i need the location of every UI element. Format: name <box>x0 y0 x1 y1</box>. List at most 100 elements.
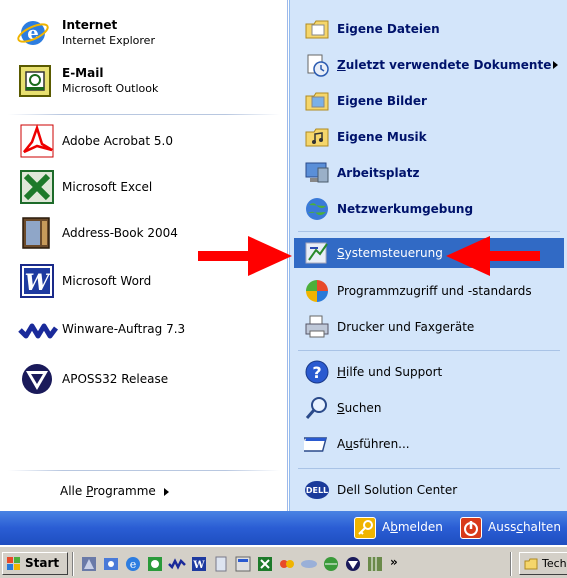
item-zuletzt-verwendete-dokumente[interactable]: Zuletzt verwendete Dokumente <box>290 50 567 80</box>
aposs32-icon <box>22 364 52 394</box>
folder-music-icon <box>305 128 329 147</box>
separator <box>298 350 560 351</box>
quicklaunch-overflow-icon[interactable]: » <box>390 555 398 569</box>
item-suchen[interactable]: Suchen <box>290 393 567 423</box>
separator <box>298 468 560 469</box>
shutdown-button[interactable]: Ausschalten <box>456 511 567 545</box>
folder-documents-icon <box>305 20 329 39</box>
quicklaunch-ie-icon[interactable]: e <box>124 555 142 573</box>
item-label: Eigene Musik <box>337 130 427 144</box>
svg-text:e: e <box>130 558 137 571</box>
item-eigene-bilder[interactable]: Eigene Bilder <box>290 86 567 116</box>
chevron-right-icon <box>553 61 558 69</box>
item-label: Eigene Dateien <box>337 22 440 36</box>
item-programmzugriff[interactable]: Programmzugriff und -standards <box>290 276 567 306</box>
quicklaunch-network-icon[interactable] <box>300 555 318 573</box>
item-label: Programmzugriff und -standards <box>337 284 532 298</box>
start-button[interactable]: Start <box>2 552 68 575</box>
item-label: Dell Solution Center <box>337 483 458 497</box>
my-computer-icon <box>305 162 329 183</box>
red-arrow-right-icon <box>198 236 292 276</box>
quicklaunch-excel-icon[interactable] <box>256 555 274 573</box>
pinned-item-internet[interactable]: e Internet Internet Explorer <box>0 12 288 56</box>
item-eigene-musik[interactable]: Eigene Musik <box>290 122 567 152</box>
item-label: Eigene Bilder <box>337 94 427 108</box>
recent-documents-icon <box>307 54 329 77</box>
quicklaunch-winware-icon[interactable] <box>168 555 186 573</box>
item-drucker[interactable]: Drucker und Faxgeräte <box>290 312 567 342</box>
folder-pictures-icon <box>305 92 329 111</box>
recent-item-label: Winware-Auftrag 7.3 <box>62 322 186 336</box>
recent-item-label: Microsoft Excel <box>62 180 153 194</box>
taskbar-window-button[interactable]: Techr <box>519 552 567 575</box>
internet-subtitle: Internet Explorer <box>62 34 155 47</box>
outlook-icon <box>19 65 51 97</box>
red-arrow-left-icon <box>446 236 540 276</box>
address-book-icon <box>22 217 50 249</box>
quicklaunch-desktop-icon[interactable] <box>102 555 120 573</box>
chevron-right-icon <box>164 488 169 496</box>
item-ausfuehren[interactable]: Ausführen... <box>290 429 567 459</box>
recent-item-acrobat[interactable]: Adobe Acrobat 5.0 <box>0 122 288 162</box>
internet-title: Internet <box>62 18 118 32</box>
quicklaunch-grid-icon[interactable] <box>366 555 384 573</box>
key-icon <box>354 517 376 539</box>
taskbar-window-label: Techr <box>542 557 567 570</box>
control-panel-icon <box>305 242 328 264</box>
quicklaunch-tools-icon[interactable] <box>278 555 296 573</box>
svg-text:W: W <box>25 270 52 296</box>
item-label: Hilfe und Support <box>337 365 443 379</box>
separator <box>72 552 74 576</box>
word-icon: W <box>20 264 54 298</box>
quicklaunch-calc-icon[interactable] <box>234 555 252 573</box>
quicklaunch-globe-icon[interactable] <box>322 555 340 573</box>
svg-text:?: ? <box>312 363 321 382</box>
winware-icon <box>18 323 58 339</box>
network-icon <box>306 198 328 220</box>
quicklaunch-app-icon[interactable] <box>80 555 98 573</box>
item-eigene-dateien[interactable]: Eigene Dateien <box>290 14 567 44</box>
all-programs-label: Alle Programme <box>60 484 156 498</box>
recent-item-label: APOSS32 Release <box>62 372 169 386</box>
item-label: Zuletzt verwendete Dokumente <box>337 58 552 72</box>
recent-item-label: Adobe Acrobat 5.0 <box>62 134 173 148</box>
run-icon <box>304 437 328 452</box>
email-subtitle: Microsoft Outlook <box>62 82 159 95</box>
svg-text:DELL: DELL <box>306 486 328 495</box>
windows-flag-icon <box>7 557 20 570</box>
logoff-label: Abmelden <box>382 520 443 534</box>
shutdown-label: Ausschalten <box>488 520 561 534</box>
item-hilfe-und-support[interactable]: ? Hilfe und Support <box>290 357 567 387</box>
pinned-item-email[interactable]: E-Mail Microsoft Outlook <box>0 60 288 104</box>
search-icon <box>305 397 327 419</box>
taskbar: Start e W » Techr <box>0 545 567 578</box>
item-label: Suchen <box>337 401 382 415</box>
recent-item-excel[interactable]: Microsoft Excel <box>0 168 288 208</box>
item-netzwerkumgebung[interactable]: Netzwerkumgebung <box>290 194 567 224</box>
item-label: Arbeitsplatz <box>337 166 420 180</box>
folder-icon <box>524 558 538 570</box>
separator <box>510 552 512 576</box>
logoff-button[interactable]: Abmelden <box>350 511 454 545</box>
excel-icon <box>20 170 54 204</box>
quicklaunch-word-icon[interactable]: W <box>190 555 208 573</box>
item-label: Drucker und Faxgeräte <box>337 320 475 334</box>
recent-item-winware[interactable]: Winware-Auftrag 7.3 <box>0 310 288 350</box>
start-menu-bottom-bar: Abmelden Ausschalten <box>0 511 567 545</box>
svg-text:W: W <box>192 560 205 571</box>
dell-icon: DELL <box>305 481 329 499</box>
recent-item-label: Address-Book 2004 <box>62 226 178 240</box>
program-access-icon <box>306 280 328 302</box>
item-dell-solution-center[interactable]: DELL Dell Solution Center <box>290 475 567 505</box>
start-label: Start <box>25 556 60 570</box>
email-title: E-Mail <box>62 66 104 80</box>
acrobat-icon <box>20 124 54 158</box>
quicklaunch-aposs-icon[interactable] <box>344 555 362 573</box>
quicklaunch-doc-icon[interactable] <box>212 555 230 573</box>
quicklaunch-outlook-icon[interactable] <box>146 555 164 573</box>
all-programs-button[interactable]: Alle Programme <box>0 472 288 510</box>
item-arbeitsplatz[interactable]: Arbeitsplatz <box>290 158 567 188</box>
help-icon: ? <box>305 360 329 384</box>
item-label: Systemsteuerung <box>337 246 443 260</box>
recent-item-aposs32[interactable]: APOSS32 Release <box>0 360 288 400</box>
